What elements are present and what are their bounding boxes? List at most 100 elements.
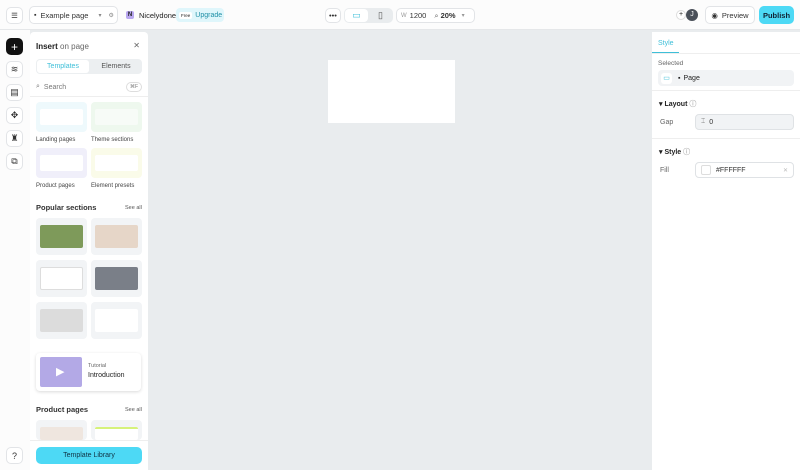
category-element-presets[interactable] [91, 148, 142, 178]
page-icon: ▪ [34, 11, 37, 19]
width-input[interactable]: 1200 [410, 11, 427, 20]
assets-button[interactable]: ⧉ [6, 153, 23, 170]
zoom-icon: ⌕ [434, 10, 439, 20]
section-thumb[interactable] [36, 218, 87, 255]
play-icon: ▶ [40, 357, 82, 387]
category-theme-sections[interactable] [91, 102, 142, 132]
gap-input[interactable]: ⌶ 0 [695, 114, 794, 130]
insert-panel: Insert on page ✕ Templates Elements ⌕ Sea… [30, 32, 148, 470]
page-name: Example page [40, 10, 89, 20]
mobile-icon[interactable]: ▯ [369, 9, 392, 22]
chevron-down-icon: ▾ [98, 12, 102, 19]
workspace-logo: N [126, 11, 134, 19]
gear-icon[interactable]: ⚙ [108, 12, 113, 19]
width-label: W [401, 12, 407, 19]
category-label: Theme sections [91, 137, 134, 143]
layout-section-toggle[interactable]: ▾ Layout ⓘ [659, 99, 696, 109]
plan-badge: Free [179, 11, 193, 19]
template-library-button[interactable]: Template Library [36, 447, 142, 464]
section-thumb[interactable] [36, 260, 87, 297]
search-icon: ⌕ [36, 83, 40, 90]
tab-elements[interactable]: Elements [90, 60, 142, 73]
help-button[interactable]: ? [6, 447, 23, 464]
menu-button[interactable]: ☰ [6, 7, 23, 24]
search-placeholder: Search [43, 83, 67, 91]
see-all-link[interactable]: See all [125, 205, 142, 211]
tutorial-card[interactable]: ▶ Tutorial Introduction [36, 353, 141, 391]
tab-style[interactable]: Style [658, 40, 674, 47]
assets-icon: ⧉ [11, 156, 18, 166]
sitemap-icon: ♜ [10, 133, 19, 143]
close-icon[interactable]: ✕ [133, 41, 140, 50]
gap-value: 0 [709, 118, 714, 126]
fill-label: Fill [660, 167, 669, 174]
preview-button[interactable]: ◉ Preview [705, 6, 755, 24]
zoom-select[interactable]: 20% [441, 11, 456, 20]
upgrade-button[interactable]: Free Upgrade [176, 8, 224, 22]
layers-icon: ≋ [10, 64, 19, 74]
viewport-controls: W 1200 ⌕ 20% ▾ [396, 8, 475, 23]
info-icon: ⓘ [683, 149, 691, 156]
more-icon: ••• [329, 11, 337, 20]
section-thumb[interactable] [91, 302, 142, 339]
category-label: Element presets [91, 183, 135, 189]
desktop-icon: ▭ [661, 72, 672, 84]
category-landing-pages[interactable] [36, 102, 87, 132]
more-button[interactable]: ••• [325, 8, 341, 23]
gap-icon: ⌶ [701, 118, 706, 125]
avatar[interactable]: J [686, 9, 698, 21]
clear-icon[interactable]: ✕ [783, 167, 788, 174]
tab-templates[interactable]: Templates [37, 60, 89, 73]
eye-icon: ◉ [711, 10, 718, 20]
see-all-link[interactable]: See all [125, 407, 142, 413]
page-icon: ▪ [678, 74, 681, 82]
search-input[interactable]: ⌕ Search ⌘F [36, 81, 142, 93]
panel-tabs: Templates Elements [36, 59, 142, 74]
fill-input[interactable]: #FFFFFF ✕ [695, 162, 794, 178]
page-icon: ▤ [10, 87, 19, 97]
top-bar: ☰ ▪ Example page ▾ ⚙ N Nicelydone Free U… [0, 0, 800, 30]
upgrade-label: Upgrade [195, 11, 223, 19]
page-canvas[interactable] [328, 60, 455, 123]
tutorial-title: Introduction [88, 372, 125, 379]
page-selector[interactable]: ▪ Example page ▾ ⚙ [29, 6, 118, 24]
help-icon: ? [11, 450, 17, 461]
style-section-toggle[interactable]: ▾ Style ⓘ [659, 147, 690, 157]
style-title: Style [664, 149, 682, 156]
layers-button[interactable]: ≋ [6, 61, 23, 78]
section-title: Popular sections [36, 203, 97, 212]
workspace-name[interactable]: Nicelydone [139, 11, 176, 20]
search-shortcut: ⌘F [125, 82, 142, 92]
device-toggle: ▭ ▯ [344, 8, 393, 23]
section-thumb[interactable] [91, 260, 142, 297]
left-rail: + ≋ ▤ ✥ ♜ ⧉ ? [0, 30, 30, 470]
preview-label: Preview [721, 10, 749, 20]
category-label: Product pages [36, 183, 75, 189]
style-panel: Style Selected ▭ ▪ Page ▾ Layout ⓘ Gap ⌶… [652, 32, 800, 470]
gap-label: Gap [660, 119, 674, 126]
tutorial-kicker: Tutorial [88, 363, 107, 369]
selected-element[interactable]: ▭ ▪ Page [658, 70, 794, 86]
plus-icon: + [10, 39, 18, 54]
publish-button[interactable]: Publish [759, 6, 794, 24]
color-swatch[interactable] [701, 165, 711, 175]
pages-button[interactable]: ▤ [6, 84, 23, 101]
fill-value: #FFFFFF [716, 166, 746, 174]
section-thumb[interactable] [91, 218, 142, 255]
desktop-icon[interactable]: ▭ [345, 9, 368, 22]
product-thumb[interactable] [91, 420, 142, 440]
chevron-down-icon[interactable]: ▾ [462, 12, 465, 19]
add-collaborator-icon[interactable]: + [676, 10, 686, 20]
insert-button[interactable]: + [6, 38, 23, 55]
product-thumb[interactable] [36, 420, 87, 440]
section-thumb[interactable] [36, 302, 87, 339]
category-product-pages[interactable] [36, 148, 87, 178]
info-icon: ⓘ [689, 101, 697, 108]
components-icon: ✥ [10, 110, 19, 120]
cms-button[interactable]: ♜ [6, 130, 23, 147]
layout-title: Layout [664, 101, 688, 108]
panel-title: Insert [36, 42, 58, 51]
components-button[interactable]: ✥ [6, 107, 23, 124]
category-label: Landing pages [36, 137, 76, 143]
panel-title-suffix: on page [60, 42, 89, 51]
